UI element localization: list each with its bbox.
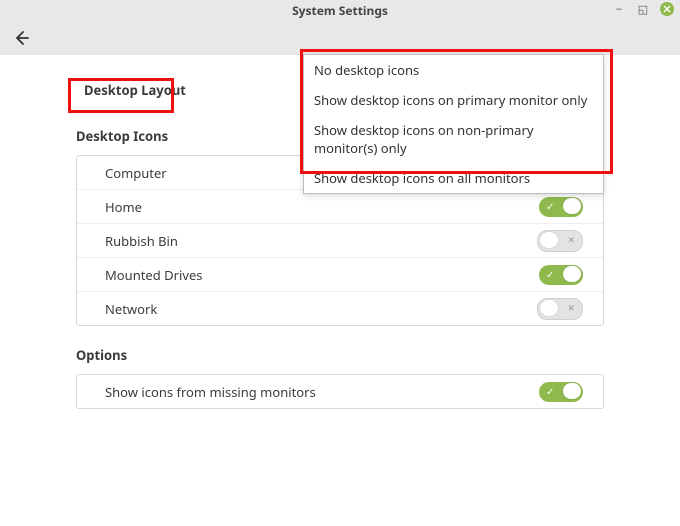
setting-row: Rubbish Bin bbox=[77, 223, 603, 257]
setting-label: Network bbox=[105, 300, 537, 318]
toggle-knob bbox=[540, 232, 558, 248]
setting-row: Network bbox=[77, 291, 603, 325]
toggle-knob bbox=[563, 266, 581, 282]
desktop-layout-dropdown[interactable]: No desktop iconsShow desktop icons on pr… bbox=[303, 54, 604, 194]
toggle-knob bbox=[563, 198, 581, 214]
toggle-knob bbox=[540, 300, 558, 316]
dropdown-option[interactable]: Show desktop icons on all monitors bbox=[304, 163, 603, 193]
options-heading: Options bbox=[76, 346, 604, 364]
setting-label: Show icons from missing monitors bbox=[105, 383, 539, 401]
back-arrow-icon bbox=[13, 30, 29, 46]
toggle-switch[interactable] bbox=[537, 298, 583, 320]
titlebar: System Settings ‒ ◱ bbox=[0, 0, 680, 22]
window-title: System Settings bbox=[0, 2, 680, 19]
desktop-layout-heading: Desktop Layout bbox=[76, 77, 194, 103]
setting-row: Mounted Drives bbox=[77, 257, 603, 291]
window-buttons: ‒ ◱ bbox=[612, 2, 674, 16]
dropdown-option[interactable]: Show desktop icons on non-primary monito… bbox=[304, 115, 603, 163]
dropdown-option[interactable]: No desktop icons bbox=[304, 55, 603, 85]
maximize-button[interactable]: ◱ bbox=[636, 2, 650, 16]
back-button[interactable] bbox=[10, 27, 32, 49]
minimize-button[interactable]: ‒ bbox=[612, 2, 626, 16]
setting-row: Show icons from missing monitors bbox=[77, 375, 603, 408]
close-icon bbox=[663, 5, 671, 13]
setting-row: Home bbox=[77, 189, 603, 223]
options-panel: Show icons from missing monitors bbox=[76, 374, 604, 409]
toggle-knob bbox=[563, 383, 581, 399]
setting-label: Home bbox=[105, 198, 539, 216]
toggle-switch[interactable] bbox=[539, 197, 583, 217]
setting-label: Mounted Drives bbox=[105, 266, 539, 284]
toggle-switch[interactable] bbox=[537, 230, 583, 252]
dropdown-option[interactable]: Show desktop icons on primary monitor on… bbox=[304, 85, 603, 115]
close-button[interactable] bbox=[660, 2, 674, 16]
toggle-switch[interactable] bbox=[539, 265, 583, 285]
toggle-switch[interactable] bbox=[539, 382, 583, 402]
setting-label: Rubbish Bin bbox=[105, 232, 537, 250]
toolbar bbox=[0, 22, 680, 55]
